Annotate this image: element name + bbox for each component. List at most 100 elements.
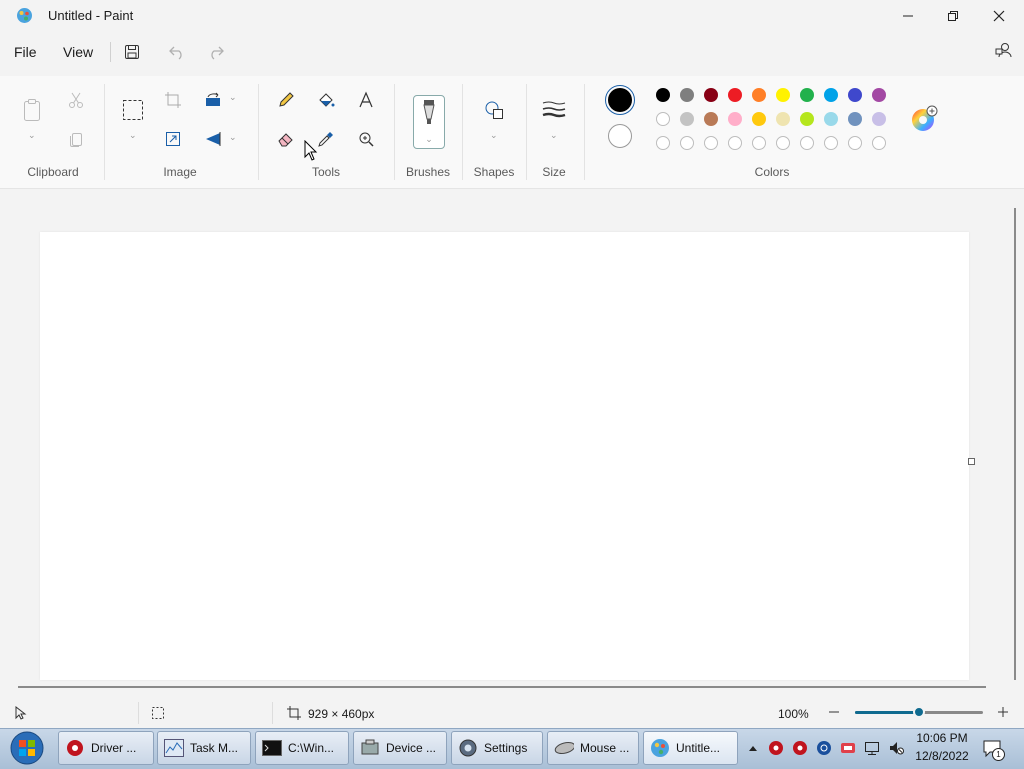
drawing-canvas[interactable] bbox=[40, 232, 969, 680]
plus-icon bbox=[998, 707, 1008, 717]
flip-chevron-down-icon[interactable]: ⌄ bbox=[229, 132, 237, 143]
taskbar-item-device-manager[interactable]: Device ... bbox=[353, 731, 447, 765]
palette-empty-swatch[interactable] bbox=[680, 136, 694, 150]
palette-swatch[interactable] bbox=[656, 88, 670, 102]
palette-swatch[interactable] bbox=[656, 112, 670, 126]
palette-swatch[interactable] bbox=[776, 88, 790, 102]
palette-swatch[interactable] bbox=[800, 88, 814, 102]
account-button[interactable] bbox=[990, 36, 1018, 64]
palette-swatch[interactable] bbox=[872, 88, 886, 102]
tray-driver-icon[interactable] bbox=[768, 740, 784, 756]
palette-swatch[interactable] bbox=[680, 112, 694, 126]
taskbar-item-driver[interactable]: Driver ... bbox=[58, 731, 154, 765]
cut-button[interactable] bbox=[62, 86, 90, 114]
zoom-slider-thumb[interactable] bbox=[913, 706, 925, 718]
palette-swatch[interactable] bbox=[704, 112, 718, 126]
paste-button[interactable] bbox=[18, 96, 46, 124]
primary-color-swatch bbox=[608, 88, 632, 112]
palette-swatch[interactable] bbox=[728, 88, 742, 102]
vertical-scrollbar[interactable] bbox=[1014, 208, 1016, 680]
palette-empty-swatch[interactable] bbox=[752, 136, 766, 150]
palette-swatch[interactable] bbox=[704, 88, 718, 102]
resize-button[interactable] bbox=[159, 125, 187, 153]
palette-swatch[interactable] bbox=[824, 88, 838, 102]
flip-button[interactable] bbox=[199, 125, 227, 153]
taskbar-item-mouse[interactable]: Mouse ... bbox=[547, 731, 639, 765]
palette-swatch[interactable] bbox=[848, 112, 862, 126]
palette-swatch[interactable] bbox=[800, 112, 814, 126]
save-icon bbox=[125, 45, 139, 59]
menu-file[interactable]: File bbox=[14, 44, 37, 60]
tray-driver-icon[interactable] bbox=[792, 740, 808, 756]
zoom-in-button[interactable] bbox=[995, 703, 1011, 721]
zoom-slider[interactable] bbox=[855, 706, 983, 718]
restore-button[interactable] bbox=[930, 0, 976, 32]
clock-date[interactable]: 12/8/2022 bbox=[912, 749, 972, 763]
palette-swatch[interactable] bbox=[776, 112, 790, 126]
palette-swatch[interactable] bbox=[824, 112, 838, 126]
palette-empty-swatch[interactable] bbox=[704, 136, 718, 150]
paste-chevron-down-icon[interactable]: ⌄ bbox=[28, 130, 36, 141]
volume-muted-icon[interactable] bbox=[888, 740, 904, 756]
fill-button[interactable] bbox=[312, 86, 340, 114]
zoom-out-button[interactable] bbox=[826, 703, 842, 721]
redo-button[interactable] bbox=[202, 38, 230, 66]
minimize-button[interactable] bbox=[885, 0, 931, 32]
select-button[interactable] bbox=[119, 96, 147, 124]
palette-swatch[interactable] bbox=[728, 112, 742, 126]
taskbar-item-settings[interactable]: Settings bbox=[451, 731, 543, 765]
shapes-button[interactable] bbox=[480, 96, 508, 124]
magnifier-icon bbox=[359, 132, 374, 147]
palette-swatch[interactable] bbox=[752, 112, 766, 126]
crop-button[interactable] bbox=[159, 86, 187, 114]
size-chevron-down-icon[interactable]: ⌄ bbox=[550, 130, 558, 141]
palette-empty-swatch[interactable] bbox=[776, 136, 790, 150]
select-chevron-down-icon[interactable]: ⌄ bbox=[129, 130, 137, 141]
copy-icon bbox=[70, 133, 82, 147]
palette-swatch[interactable] bbox=[680, 88, 694, 102]
eraser-button[interactable] bbox=[272, 125, 300, 153]
menu-view[interactable]: View bbox=[63, 44, 93, 60]
clock-time[interactable]: 10:06 PM bbox=[912, 731, 972, 745]
tray-app-icon[interactable] bbox=[840, 740, 856, 756]
save-button[interactable] bbox=[118, 38, 146, 66]
palette-empty-swatch[interactable] bbox=[824, 136, 838, 150]
rotate-chevron-down-icon[interactable]: ⌄ bbox=[229, 92, 237, 103]
undo-button[interactable] bbox=[163, 38, 191, 66]
show-hidden-icons-button[interactable] bbox=[745, 740, 761, 756]
magnifier-button[interactable] bbox=[352, 125, 380, 153]
palette-empty-swatch[interactable] bbox=[728, 136, 742, 150]
palette-empty-swatch[interactable] bbox=[848, 136, 862, 150]
palette-swatch[interactable] bbox=[752, 88, 766, 102]
palette-empty-swatch[interactable] bbox=[872, 136, 886, 150]
taskbar-item-console[interactable]: C:\Win... bbox=[255, 731, 349, 765]
action-center-button[interactable]: 1 bbox=[982, 738, 1005, 761]
title-bar bbox=[0, 0, 1024, 32]
start-button[interactable] bbox=[8, 730, 46, 766]
palette-empty-swatch[interactable] bbox=[656, 136, 670, 150]
canvas-size-label: 929 × 460px bbox=[308, 707, 375, 721]
taskbar-item-paint[interactable]: Untitle... bbox=[643, 731, 738, 765]
rotate-button[interactable] bbox=[199, 86, 227, 114]
pencil-button[interactable] bbox=[272, 86, 300, 114]
taskbar-item-task-manager[interactable]: Task M... bbox=[157, 731, 251, 765]
palette-swatch[interactable] bbox=[872, 112, 886, 126]
canvas-resize-handle[interactable] bbox=[968, 458, 975, 465]
primary-color-button[interactable] bbox=[605, 85, 635, 115]
size-button[interactable] bbox=[540, 96, 568, 124]
tray-app-icon[interactable] bbox=[816, 740, 832, 756]
close-button[interactable] bbox=[976, 0, 1022, 32]
brushes-button[interactable]: ⌄ bbox=[413, 95, 445, 149]
taskbar-item-label: Mouse ... bbox=[580, 741, 630, 755]
palette-empty-swatch[interactable] bbox=[800, 136, 814, 150]
network-icon[interactable] bbox=[864, 740, 880, 756]
text-button[interactable] bbox=[352, 86, 380, 114]
paint-bucket-icon bbox=[319, 93, 335, 107]
copy-button[interactable] bbox=[62, 125, 90, 153]
horizontal-scrollbar[interactable] bbox=[18, 686, 986, 688]
shapes-chevron-down-icon[interactable]: ⌄ bbox=[490, 130, 498, 141]
palette-swatch[interactable] bbox=[848, 88, 862, 102]
edit-colors-button[interactable] bbox=[910, 104, 940, 139]
task-manager-icon bbox=[164, 738, 184, 758]
secondary-color-button[interactable] bbox=[608, 124, 632, 148]
